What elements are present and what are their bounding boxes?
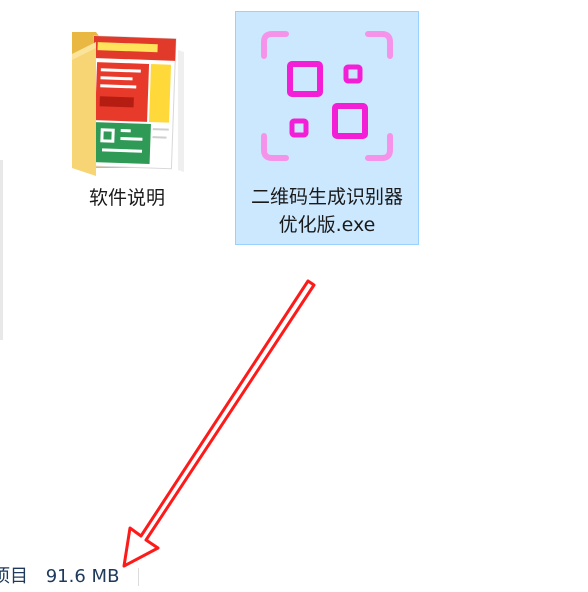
file-item-executable[interactable]: 二维码生成识别器优化版.exe bbox=[235, 11, 419, 245]
pane-left-border bbox=[0, 160, 3, 340]
qr-code-app-icon bbox=[236, 12, 420, 186]
status-bar-divider bbox=[138, 568, 139, 586]
file-name-label: 软件说明 bbox=[88, 187, 165, 209]
file-item-folder[interactable]: 软件说明 bbox=[56, 12, 198, 226]
file-name-label: 二维码生成识别器优化版.exe bbox=[250, 186, 403, 236]
status-bar: 项目 91.6 MB bbox=[0, 563, 119, 591]
status-items-label: 项目 bbox=[0, 566, 28, 587]
status-size-label: 91.6 MB bbox=[45, 566, 120, 587]
folder-icon bbox=[56, 12, 198, 186]
explorer-content-pane: 软件说明 二维码生成识别器优化版.exe 项目 91.6 MB bbox=[0, 0, 588, 592]
